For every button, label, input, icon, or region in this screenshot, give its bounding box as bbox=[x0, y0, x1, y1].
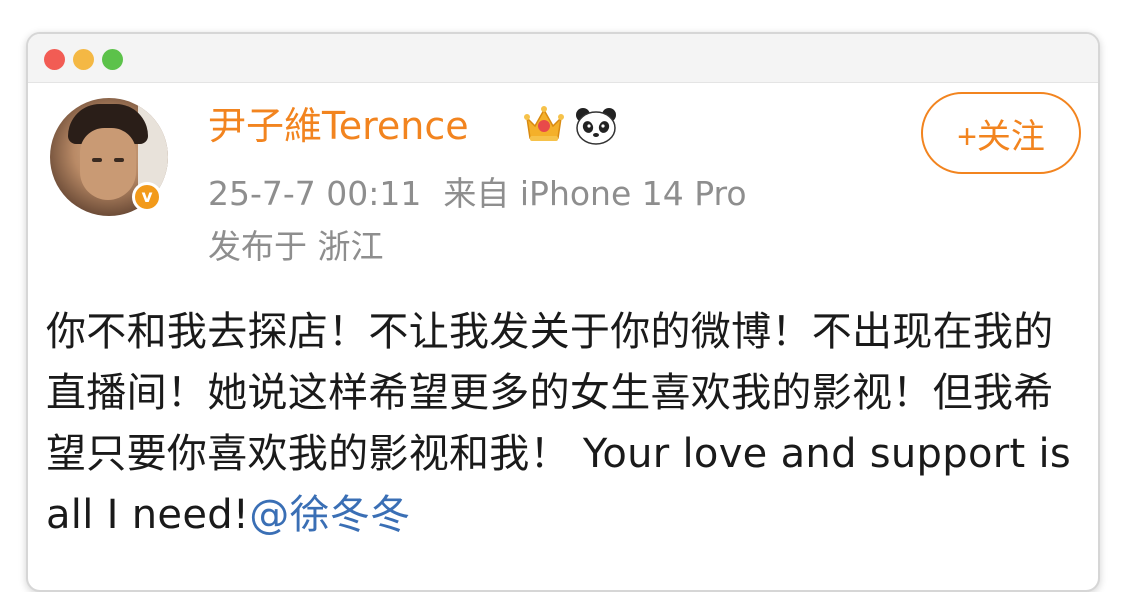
close-window-button[interactable] bbox=[44, 49, 65, 70]
crown-icon[interactable] bbox=[523, 104, 565, 144]
username-link[interactable]: 尹子維Terence bbox=[208, 101, 469, 151]
post-source: 来自 iPhone 14 Pro bbox=[443, 174, 747, 213]
post-location: 发布于 浙江 bbox=[208, 227, 384, 266]
post-timestamp: 25-7-7 00:11 bbox=[208, 174, 422, 213]
maximize-window-button[interactable] bbox=[102, 49, 123, 70]
minimize-window-button[interactable] bbox=[73, 49, 94, 70]
follow-button[interactable]: +关注 bbox=[921, 92, 1081, 174]
window-titlebar bbox=[28, 34, 1098, 83]
mention-link[interactable]: @徐冬冬 bbox=[249, 492, 410, 538]
post-window: v 尹子維Terence +关注 25-7-7 00:11 来自 iPhone 1… bbox=[26, 32, 1100, 592]
panda-icon[interactable] bbox=[574, 106, 618, 146]
post-meta: 25-7-7 00:11 来自 iPhone 14 Pro bbox=[208, 172, 747, 216]
post-content: 你不和我去探店！不让我发关于你的微博！不出现在我的直播间！她说这样希望更多的女生… bbox=[46, 302, 1076, 546]
post-text: 你不和我去探店！不让我发关于你的微博！不出现在我的直播间！她说这样希望更多的女生… bbox=[46, 309, 1072, 538]
verified-badge-icon: v bbox=[132, 182, 162, 212]
